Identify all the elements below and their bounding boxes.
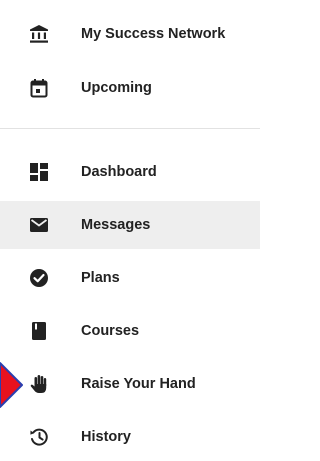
dashboard-icon xyxy=(29,162,49,182)
sidebar-nav: My Success Network Upcoming Dashboard Me… xyxy=(0,0,260,447)
nav-item-upcoming[interactable]: Upcoming xyxy=(0,64,260,112)
nav-item-label: Messages xyxy=(81,217,151,233)
nav-item-label: Courses xyxy=(81,323,140,339)
book-icon xyxy=(29,321,49,341)
hand-icon xyxy=(29,374,49,394)
bank-icon xyxy=(29,24,49,44)
check-circle-icon xyxy=(29,268,49,288)
pointer-arrow-icon xyxy=(0,362,23,408)
nav-item-history[interactable]: History xyxy=(0,413,260,461)
nav-item-raise-your-hand[interactable]: Raise Your Hand xyxy=(0,360,260,408)
nav-item-label: History xyxy=(81,429,131,445)
nav-item-label: Dashboard xyxy=(81,164,157,180)
nav-item-plans[interactable]: Plans xyxy=(0,254,260,302)
nav-item-label: My Success Network xyxy=(81,26,226,42)
calendar-icon xyxy=(29,78,49,98)
nav-divider xyxy=(0,128,260,129)
history-icon xyxy=(29,427,49,447)
envelope-icon xyxy=(29,215,49,235)
nav-item-label: Raise Your Hand xyxy=(81,376,196,392)
nav-item-label: Plans xyxy=(81,270,120,286)
nav-item-dashboard[interactable]: Dashboard xyxy=(0,148,260,196)
nav-item-courses[interactable]: Courses xyxy=(0,307,260,355)
nav-item-messages[interactable]: Messages xyxy=(0,201,260,249)
nav-item-my-success-network[interactable]: My Success Network xyxy=(0,10,260,58)
nav-item-label: Upcoming xyxy=(81,80,152,96)
